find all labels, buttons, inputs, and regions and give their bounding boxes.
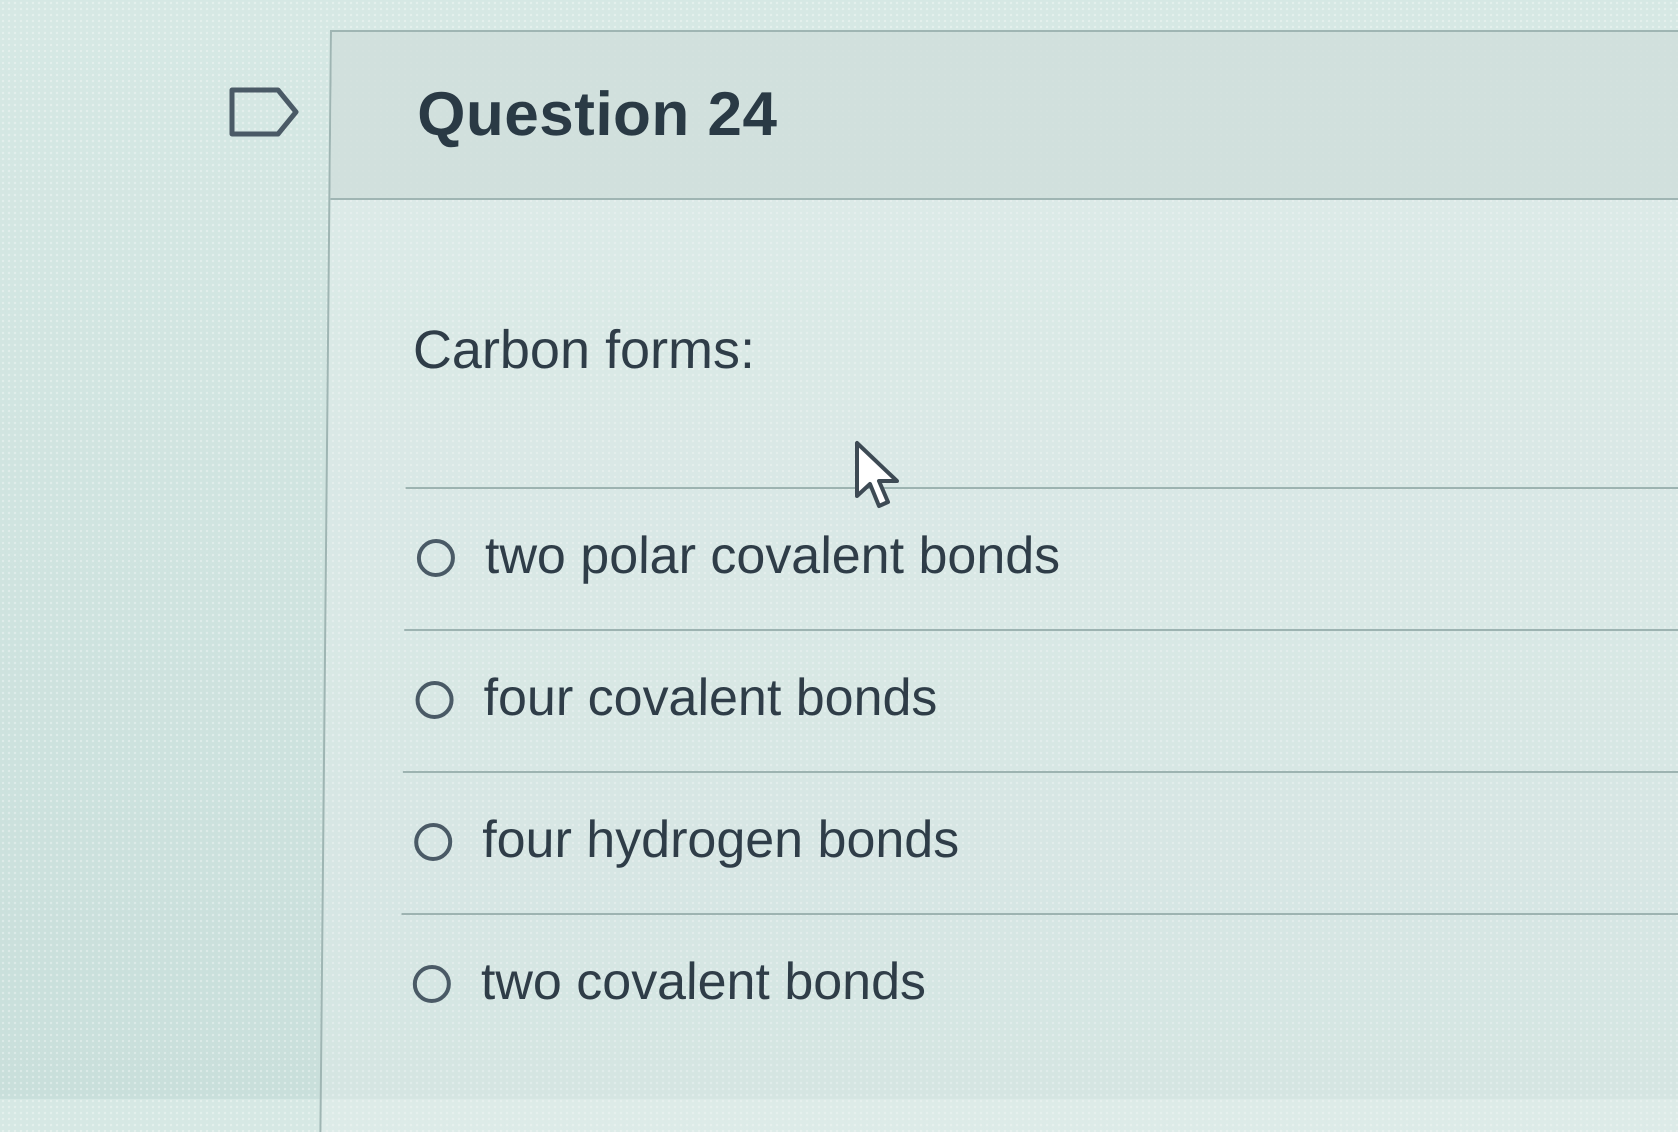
question-header: Question 24 xyxy=(330,32,1678,200)
answer-option[interactable]: four covalent bonds xyxy=(402,631,1678,773)
answer-option[interactable]: two polar covalent bonds xyxy=(404,489,1678,631)
radio-button[interactable] xyxy=(416,539,456,577)
answer-label[interactable]: two polar covalent bonds xyxy=(485,525,1061,587)
radio-button[interactable] xyxy=(414,823,453,861)
answer-option[interactable]: four hydrogen bonds xyxy=(401,773,1678,915)
flag-icon xyxy=(229,87,299,137)
answer-label[interactable]: two covalent bonds xyxy=(481,951,927,1013)
radio-button[interactable] xyxy=(412,965,452,1003)
answer-label[interactable]: four hydrogen bonds xyxy=(482,809,960,871)
answer-list: two polar covalent bonds four covalent b… xyxy=(400,489,1678,1055)
question-card: Question 24 Carbon forms: two polar cova… xyxy=(319,30,1678,1132)
question-prompt: Carbon forms: xyxy=(412,320,756,380)
question-title: Question 24 xyxy=(416,80,778,149)
mouse-pointer-icon xyxy=(853,440,905,512)
answer-option[interactable]: two covalent bonds xyxy=(400,915,1678,1055)
radio-button[interactable] xyxy=(415,681,454,719)
answer-label[interactable]: four covalent bonds xyxy=(483,667,937,729)
flag-question-icon[interactable] xyxy=(228,86,302,138)
